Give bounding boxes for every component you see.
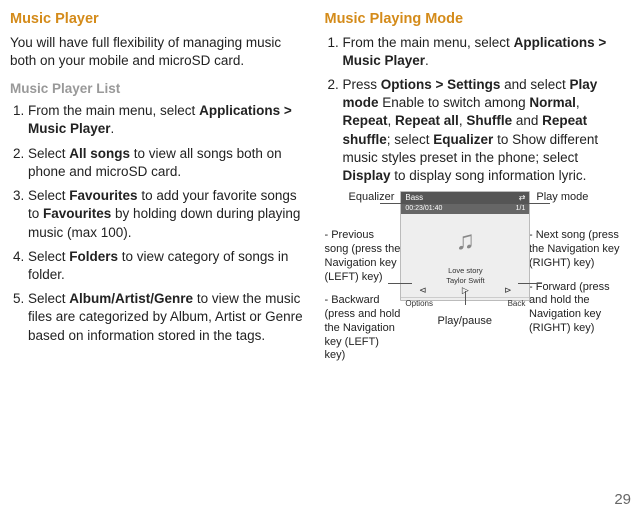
text-bold: Equalizer [433, 132, 493, 147]
callout-next: - Next song (press the Navigation key (R… [529, 227, 621, 272]
softkey-right: Back [508, 299, 526, 309]
text-bold: Favourites [69, 188, 137, 203]
list-item: Select All songs to view all songs both … [28, 145, 307, 181]
text: . [111, 121, 115, 136]
list-item: From the main menu, select Applications … [343, 34, 622, 70]
player-diagram: Equalizer Bass ⇄ 00:23/01:40 1/1 ♫ [325, 191, 622, 365]
text: to display song information lyric. [391, 168, 587, 183]
text-bold: Folders [69, 249, 118, 264]
text-bold: Album/Artist/Genre [69, 291, 193, 306]
callout-forward: - Forward (press and hold the Navigation… [529, 279, 621, 338]
heading-music-player: Music Player [10, 10, 307, 30]
callout-playpause: Play/pause [401, 315, 530, 329]
text: Select [28, 291, 69, 306]
heading-music-playing-mode: Music Playing Mode [325, 10, 622, 30]
phone-mock: Bass ⇄ 00:23/01:40 1/1 ♫ Love story Ta [400, 191, 530, 301]
text: Select [28, 249, 69, 264]
text: From the main menu, select [28, 103, 199, 118]
intro-text: You will have full flexibility of managi… [10, 34, 307, 70]
prev-icon: ⊲ [419, 285, 427, 296]
next-icon: ⊳ [504, 285, 512, 296]
text: From the main menu, select [343, 35, 514, 50]
text: , [576, 95, 580, 110]
text-bold: Options > Settings [381, 77, 501, 92]
time-elapsed-total: 00:23/01:40 [405, 205, 442, 214]
list-item: Select Album/Artist/Genre to view the mu… [28, 290, 307, 345]
text: and [512, 113, 542, 128]
text: Select [28, 146, 69, 161]
shuffle-icon: ⇄ [519, 193, 526, 203]
text: Enable to switch among [379, 95, 530, 110]
heading-music-player-list: Music Player List [10, 80, 307, 98]
text-bold: Normal [529, 95, 576, 110]
equalizer-preset-label: Bass [405, 193, 423, 203]
page-number: 29 [614, 490, 631, 510]
list-item: Select Folders to view category of songs… [28, 248, 307, 284]
text-bold: Display [343, 168, 391, 183]
text-bold: Repeat all [395, 113, 459, 128]
callout-right-stack: - Next song (press the Navigation key (R… [529, 219, 621, 337]
list-item: Select Favourites to add your favorite s… [28, 187, 307, 242]
text-bold: Repeat [343, 113, 388, 128]
phone-timebar: 00:23/01:40 1/1 [401, 204, 529, 214]
text: ; select [387, 132, 434, 147]
text: and select [500, 77, 569, 92]
text: Press [343, 77, 381, 92]
list-item: Press Options > Settings and select Play… [343, 76, 622, 185]
text: , [388, 113, 396, 128]
text: . [425, 53, 429, 68]
softkey-left: Options [405, 299, 433, 309]
artist-name: Taylor Swift [401, 276, 529, 285]
callout-previous: - Previous song (press the Navigation ke… [325, 227, 401, 286]
track-meta: Love story Taylor Swift [401, 266, 529, 285]
callout-left-stack: - Previous song (press the Navigation ke… [325, 219, 401, 365]
list-music-playing-mode: From the main menu, select Applications … [325, 34, 622, 186]
right-column: Music Playing Mode From the main menu, s… [325, 10, 622, 476]
song-title: Love story [401, 266, 529, 275]
track-index: 1/1 [516, 205, 526, 214]
text-bold: All songs [69, 146, 130, 161]
list-item: From the main menu, select Applications … [28, 102, 307, 138]
music-note-icon: ♫ [456, 224, 476, 257]
text-bold: Favourites [43, 206, 111, 221]
left-column: Music Player You will have full flexibil… [10, 10, 307, 476]
text: Select [28, 188, 69, 203]
callout-backward: - Backward (press and hold the Navigatio… [325, 292, 401, 365]
list-music-player-list: From the main menu, select Applications … [10, 102, 307, 345]
album-art-area: ♫ [401, 214, 529, 266]
text-bold: Shuffle [466, 113, 512, 128]
